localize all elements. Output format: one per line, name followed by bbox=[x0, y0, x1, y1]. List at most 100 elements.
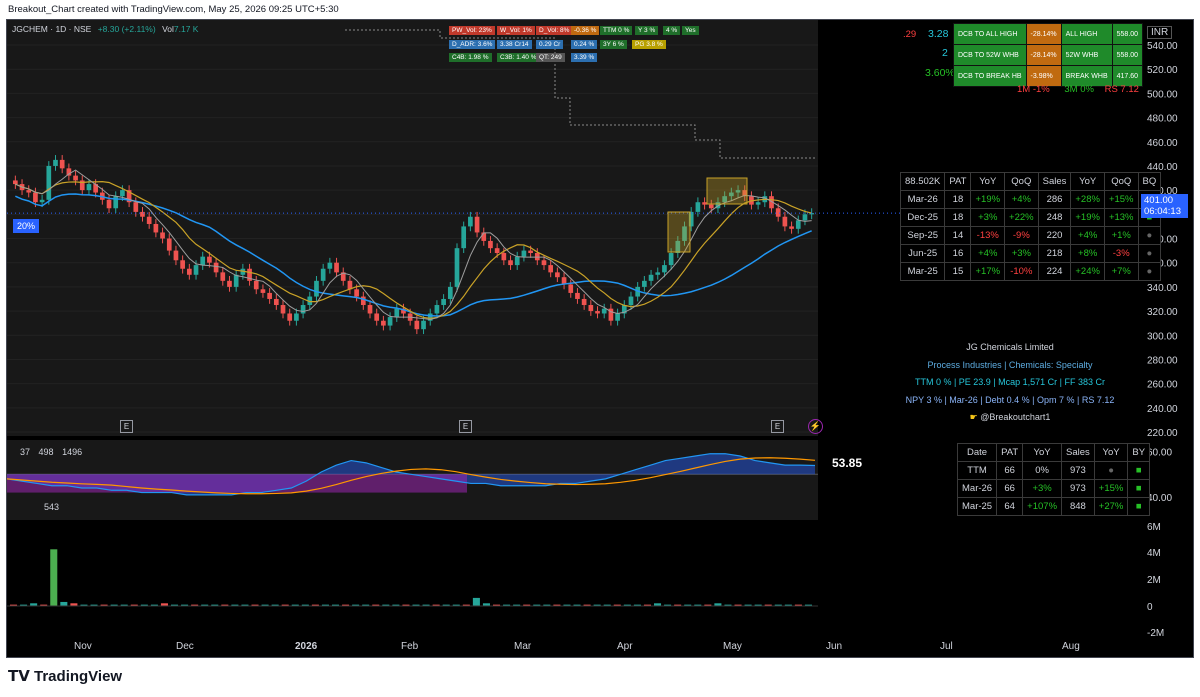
indicator-badge: D_ADR: 3.6% bbox=[449, 40, 496, 49]
candle-body bbox=[595, 311, 600, 314]
candle-body bbox=[360, 296, 366, 306]
candle-body bbox=[220, 272, 226, 281]
candle-body bbox=[501, 253, 507, 261]
dcb-left-3: 2 bbox=[942, 47, 948, 59]
ema-10-line bbox=[15, 169, 812, 321]
candle-body bbox=[200, 256, 206, 266]
annual-cell: Mar-25 bbox=[956, 497, 998, 516]
candle-body bbox=[541, 260, 547, 266]
candle-body bbox=[374, 313, 380, 321]
quarterly-cell: +3% bbox=[1004, 244, 1039, 263]
dcb-cell: -28.14% bbox=[1025, 23, 1062, 45]
candle-body bbox=[160, 232, 165, 239]
symbol-change: +8.30 (+2.11%) bbox=[97, 24, 156, 34]
indicator-badge: 3Y 6 % bbox=[600, 40, 627, 49]
quarterly-cell: +1% bbox=[1103, 226, 1139, 245]
dcb-row: DCB TO ALL HIGH -28.14% ALL HIGH 558.00 bbox=[953, 23, 1144, 45]
candle-body bbox=[782, 216, 788, 227]
candle-body bbox=[59, 159, 65, 169]
indicator-badge: PW_Vol: 23% bbox=[449, 26, 495, 35]
annual-row: Mar-25 64 +107% 848 +27% ■ bbox=[956, 497, 1151, 516]
currency-label[interactable]: INR bbox=[1147, 26, 1173, 39]
candle-body bbox=[46, 165, 52, 200]
quarterly-cell: +15% bbox=[1103, 190, 1139, 209]
annual-header: YoY bbox=[1093, 443, 1129, 462]
price-tick: 460.00 bbox=[1147, 138, 1178, 149]
volume-bar bbox=[50, 549, 58, 606]
symbol-name[interactable]: JGCHEM · 1D · NSE bbox=[12, 24, 91, 34]
quarterly-cell: 286 bbox=[1037, 190, 1072, 209]
quarterly-cell: ● bbox=[1137, 226, 1162, 245]
candle-body bbox=[354, 289, 359, 297]
time-tick: Jun bbox=[826, 641, 843, 652]
candle-body bbox=[548, 265, 554, 273]
lightning-icon[interactable]: ⚡ bbox=[808, 419, 823, 434]
quarterly-cell: +4% bbox=[1070, 226, 1105, 245]
company-info: JG Chemicals Limited Process Industries … bbox=[880, 339, 1140, 427]
company-handle[interactable]: @Breakoutchart1 bbox=[980, 412, 1050, 422]
resistance-step-line bbox=[345, 29, 815, 159]
dcb-cell: 558.00 bbox=[1111, 23, 1144, 45]
quarterly-cell: +3% bbox=[970, 208, 1006, 227]
company-name: JG Chemicals Limited bbox=[966, 342, 1054, 352]
price-tick: 480.00 bbox=[1147, 114, 1178, 125]
quarterly-cell: Jun-25 bbox=[899, 244, 946, 263]
tradingview-logo[interactable]: 𝗧𝗩 TradingView bbox=[8, 667, 122, 685]
candle-body bbox=[53, 159, 58, 166]
company-sector: Process Industries | Chemicals: Specialt… bbox=[927, 359, 1093, 370]
candle-body bbox=[642, 280, 647, 287]
price-tick: 320.00 bbox=[1147, 307, 1178, 318]
time-tick: Feb bbox=[401, 641, 419, 652]
indicator-badge: Yes bbox=[682, 26, 699, 35]
time-tick: Nov bbox=[74, 641, 92, 652]
price-tick: 260.00 bbox=[1147, 380, 1178, 391]
volume-bar bbox=[472, 597, 480, 606]
candle-body bbox=[287, 313, 293, 321]
candle-body bbox=[494, 248, 500, 254]
quarterly-cell: Mar-26 bbox=[899, 190, 946, 209]
perf-line: 1M -1% 3M 0% RS 7.12 bbox=[1017, 84, 1139, 95]
annual-header: PAT bbox=[996, 443, 1024, 462]
quarterly-cell: +19% bbox=[970, 190, 1006, 209]
indicator-labels: 37 498 1496 bbox=[20, 447, 82, 457]
candle-body bbox=[755, 202, 761, 205]
candle-body bbox=[300, 305, 306, 314]
quarterly-cell: ● bbox=[1137, 262, 1162, 281]
annual-cell: ■ bbox=[1127, 497, 1151, 516]
quarterly-cell: 224 bbox=[1037, 262, 1072, 281]
quarterly-cell: 220 bbox=[1037, 226, 1072, 245]
candle-body bbox=[186, 268, 192, 275]
candle-body bbox=[106, 199, 112, 209]
base-box bbox=[706, 177, 748, 205]
time-tick: 2026 bbox=[295, 641, 318, 652]
candle-body bbox=[213, 262, 219, 273]
annual-row: TTM 66 0% 973 ● ■ bbox=[956, 461, 1151, 480]
candle-body bbox=[180, 260, 185, 269]
earnings-marker[interactable]: E bbox=[771, 420, 784, 433]
candle-body bbox=[555, 272, 560, 278]
candle-body bbox=[648, 274, 654, 281]
countdown-timer: 06:04:13 bbox=[1144, 206, 1181, 217]
candle-body bbox=[695, 202, 701, 212]
dcb-left-1: .29 bbox=[903, 29, 917, 40]
indicator-badge: PG 3.8 % bbox=[632, 40, 666, 49]
quarterly-header: YoY bbox=[970, 172, 1006, 191]
earnings-marker[interactable]: E bbox=[459, 420, 472, 433]
candle-body bbox=[193, 265, 199, 275]
quarterly-row: Sep-25 14 -13% -9% 220 +4% +1% ● bbox=[899, 226, 1162, 245]
quarterly-header: QoQ bbox=[1103, 172, 1139, 191]
quarterly-header: PAT bbox=[944, 172, 972, 191]
candle-body bbox=[588, 305, 594, 312]
annual-header: Date bbox=[956, 443, 998, 462]
earnings-marker[interactable]: E bbox=[120, 420, 133, 433]
candle-body bbox=[146, 216, 152, 224]
annual-cell: +3% bbox=[1022, 479, 1063, 498]
dcb-left-2: 3.28 bbox=[928, 28, 949, 40]
volume-label: Vol bbox=[162, 24, 174, 34]
quarterly-cell: +24% bbox=[1070, 262, 1105, 281]
price-tick: 240.00 bbox=[1147, 404, 1178, 415]
hand-icon: ☛ bbox=[969, 412, 978, 422]
candle-body bbox=[575, 292, 580, 299]
annual-table: Date PAT YoY Sales YoY BY TTM 66 0% 973 ● ■ Mar-26 6… bbox=[956, 443, 1151, 516]
candle-body bbox=[260, 289, 266, 293]
